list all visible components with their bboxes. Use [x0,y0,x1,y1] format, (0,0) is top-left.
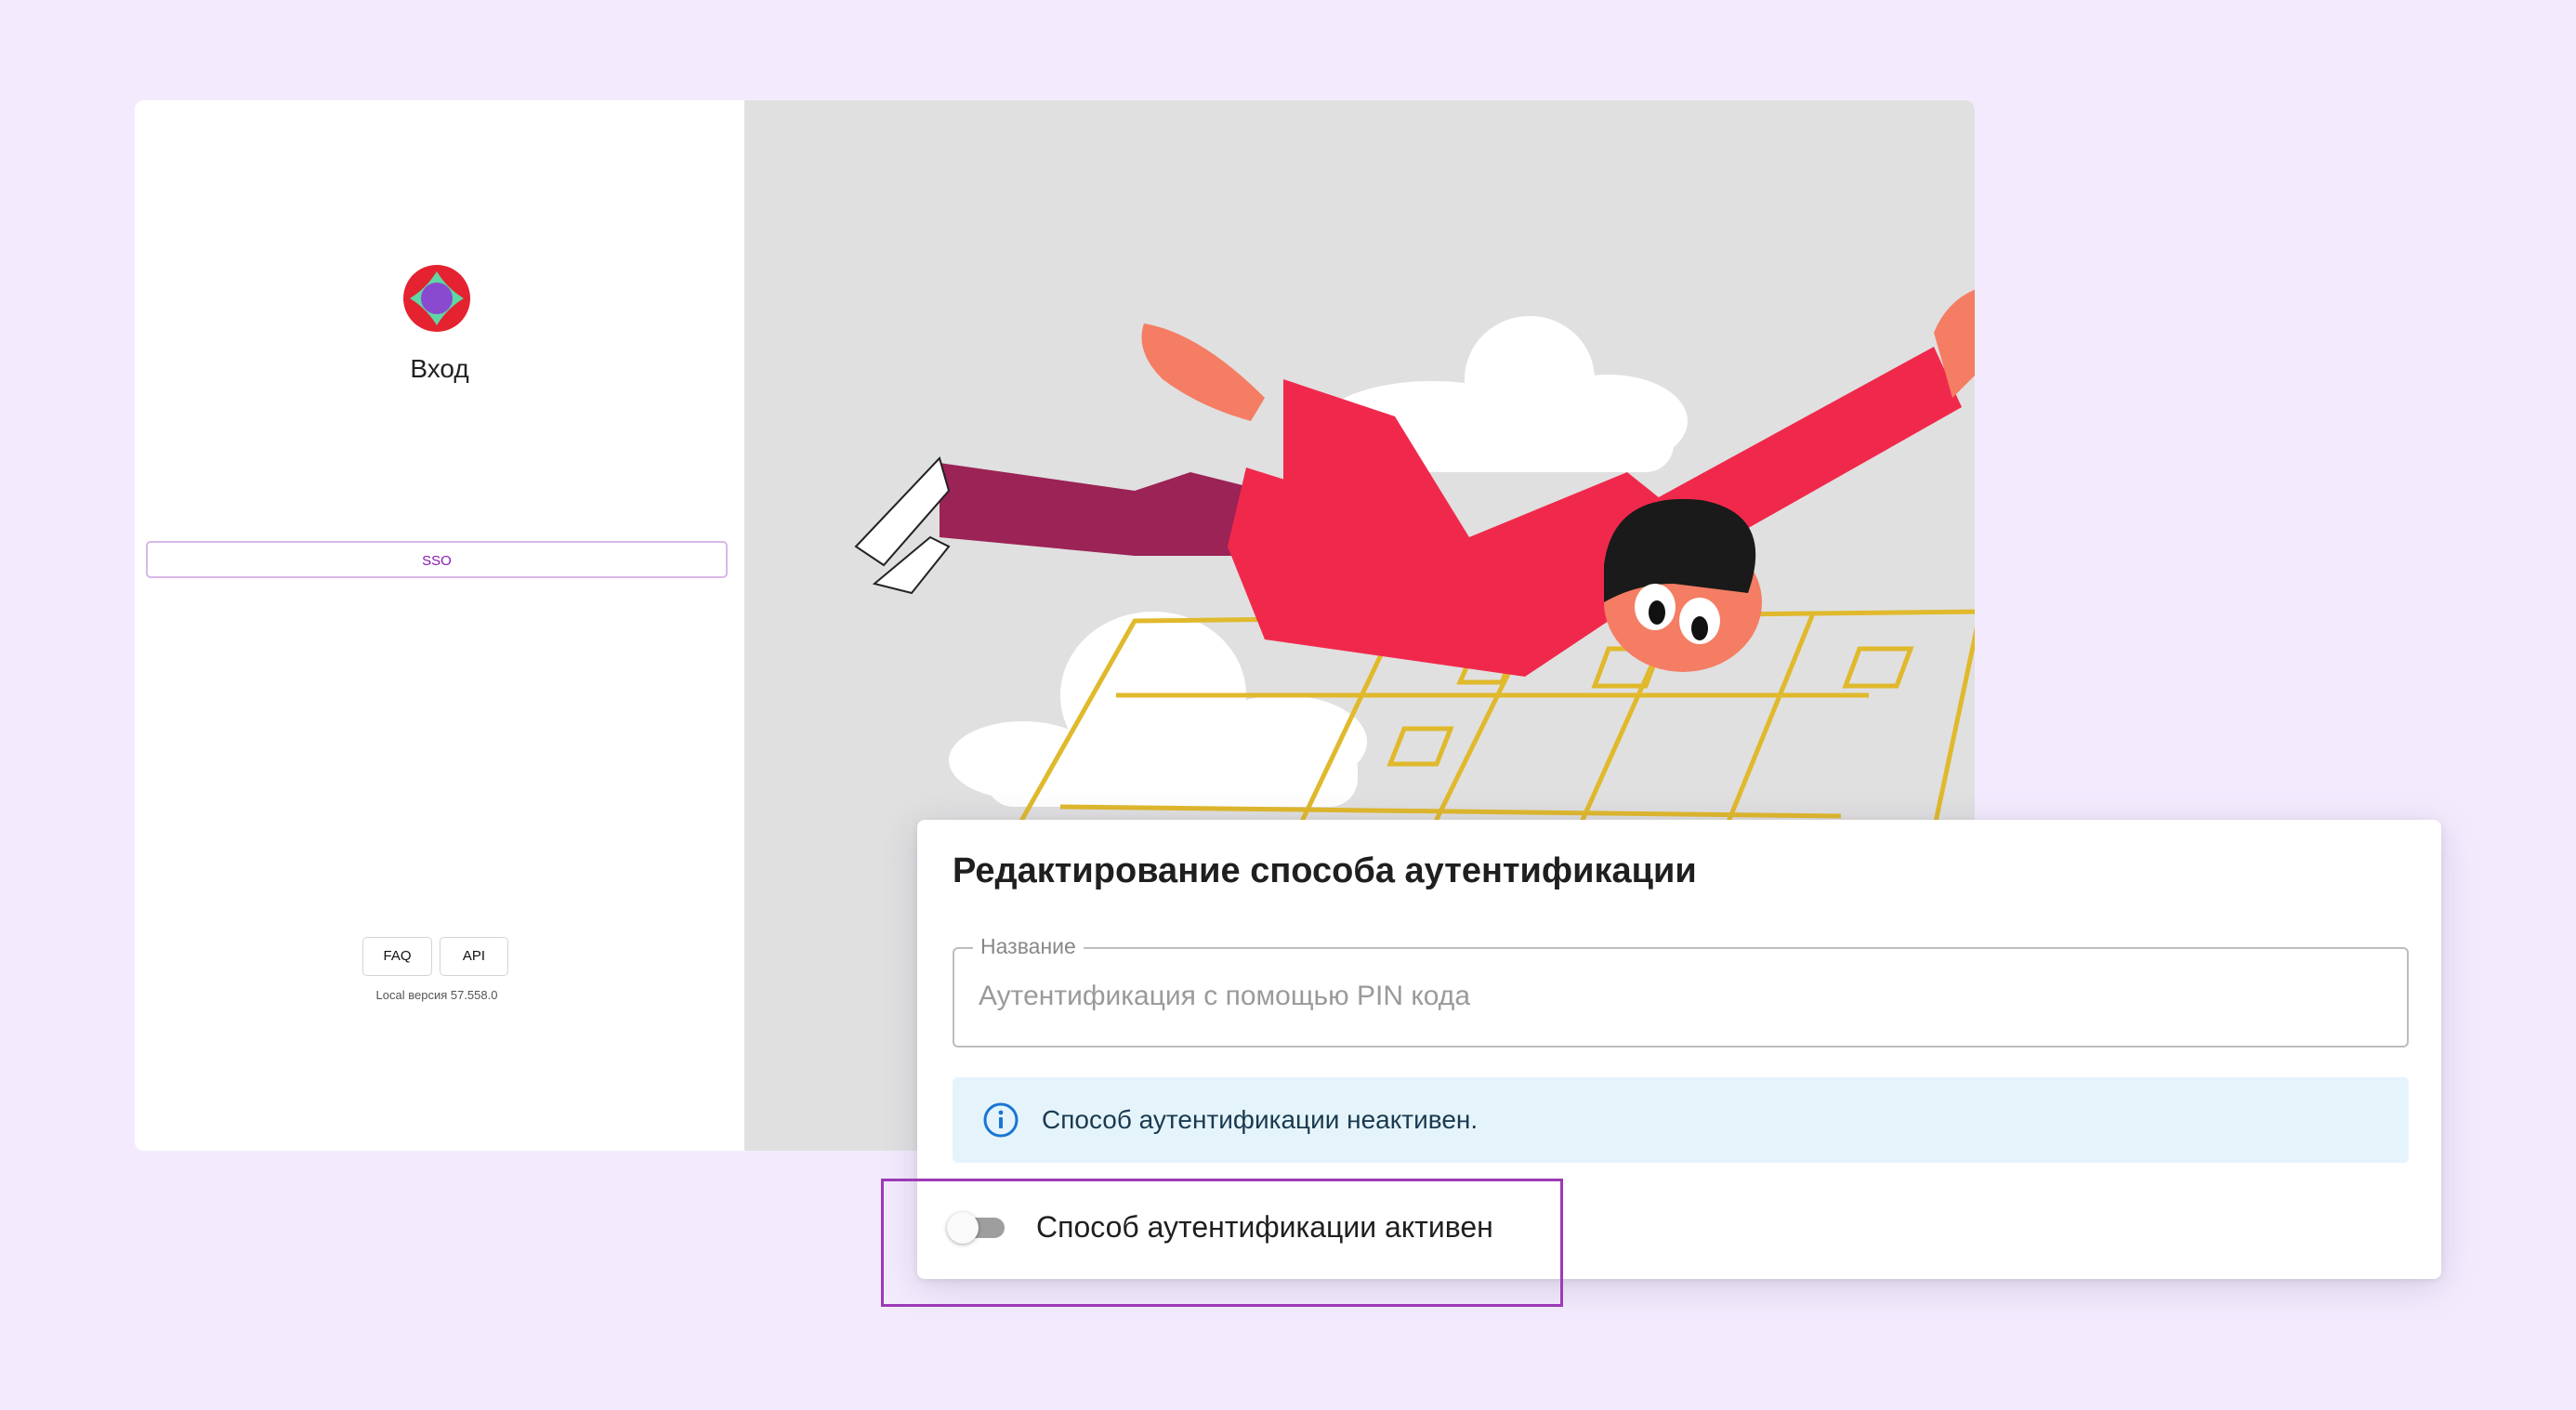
info-icon [983,1102,1019,1138]
legs-icon [854,456,1265,595]
name-field-value[interactable]: Аутентификация с помощью PIN кода [979,981,1470,1012]
sso-button[interactable]: SSO [146,541,728,578]
dialog-title: Редактирование способа аутентификации [953,851,1697,890]
head-icon [1604,498,1762,672]
name-field[interactable]: Название Аутентификация с помощью PIN ко… [953,934,2409,1048]
logo-icon [403,265,470,332]
version-text: Local версия 57.558.0 [375,988,498,1002]
highlight-frame [881,1179,1563,1307]
login-panel: Вход SSO FAQ API Local версия 57.558.0 [135,100,744,1151]
login-title: Вход [410,354,469,383]
name-field-label: Название [973,934,1084,959]
api-button[interactable]: API [440,937,508,976]
inactive-alert: Способ аутентификации неактивен. [953,1077,2409,1163]
alert-text: Способ аутентификации неактивен. [1042,1105,1479,1134]
faq-button[interactable]: FAQ [362,937,432,976]
